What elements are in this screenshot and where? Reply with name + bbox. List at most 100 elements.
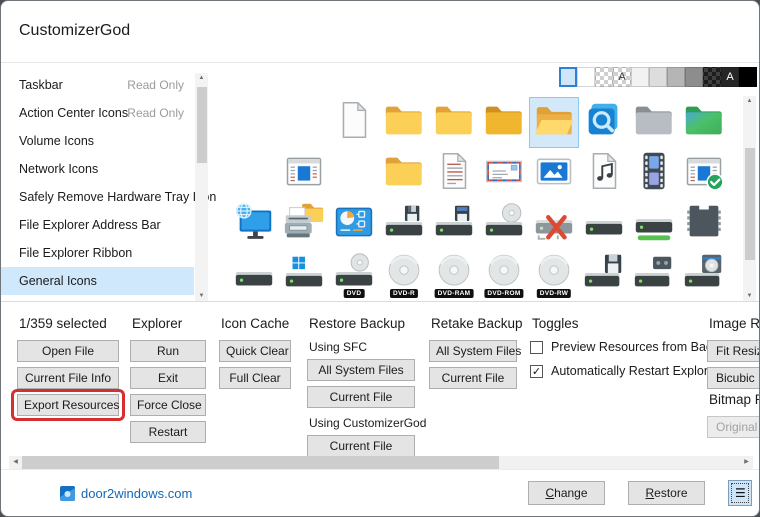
grid-cell[interactable] bbox=[279, 199, 329, 250]
current-file-button[interactable]: Current File bbox=[307, 435, 415, 457]
force-close-button[interactable]: Force Close bbox=[130, 394, 206, 416]
grid-cell[interactable]: DVD-RAM bbox=[429, 250, 479, 301]
drive-cd-back-icon bbox=[681, 250, 727, 301]
restore-button[interactable]: Restore bbox=[628, 481, 705, 505]
group-explorer: ExplorerRunExitForce CloseRestart bbox=[130, 316, 206, 448]
swatch-gray-71[interactable] bbox=[667, 67, 685, 87]
run-button[interactable]: Run bbox=[130, 340, 206, 362]
sidebar-item-label: Action Center Icons bbox=[19, 106, 128, 120]
scroll-left-icon[interactable]: ◀ bbox=[9, 456, 22, 469]
sidebar-item-network-icons[interactable]: Network Icons bbox=[1, 155, 194, 183]
swatch-light-blue[interactable] bbox=[559, 67, 577, 87]
swatch-checker-light-text[interactable]: A bbox=[613, 67, 631, 87]
grid-cell[interactable] bbox=[629, 148, 679, 199]
current-file-info-button[interactable]: Current File Info bbox=[17, 367, 119, 389]
swatch-black[interactable] bbox=[739, 67, 757, 87]
menu-button[interactable]: ☰ bbox=[728, 480, 752, 506]
scroll-right-icon[interactable]: ▶ bbox=[740, 456, 753, 469]
grid-cell[interactable] bbox=[479, 199, 529, 250]
swatch-gray-87[interactable] bbox=[649, 67, 667, 87]
sidebar-item-safely-remove-hardware-tray-icon[interactable]: Safely Remove Hardware Tray Icon bbox=[1, 183, 194, 211]
bicubic-button[interactable]: Bicubic bbox=[707, 367, 760, 389]
grid-cell[interactable] bbox=[579, 199, 629, 250]
grid-cell[interactable] bbox=[279, 250, 329, 301]
sidebar-item-file-explorer-address-bar[interactable]: File Explorer Address Bar bbox=[1, 211, 194, 239]
group-title: Icon Cache bbox=[221, 316, 291, 331]
swatch-checker-light[interactable] bbox=[595, 67, 613, 87]
grid-cell[interactable] bbox=[479, 148, 529, 199]
sidebar-item-volume-icons[interactable]: Volume Icons bbox=[1, 127, 194, 155]
grid-cell[interactable] bbox=[229, 250, 279, 301]
horizontal-scrollbar-thumb[interactable] bbox=[22, 456, 499, 469]
export-resources-button[interactable]: Export Resources bbox=[17, 394, 119, 416]
sidebar-item-taskbar[interactable]: TaskbarRead Only bbox=[1, 71, 194, 99]
original-button[interactable]: Original bbox=[707, 416, 760, 438]
grid-cell[interactable] bbox=[429, 148, 479, 199]
sidebar-item-general-icons[interactable]: General Icons bbox=[1, 267, 194, 295]
grid-cell[interactable]: DVD-ROM bbox=[479, 250, 529, 301]
grid-cell[interactable] bbox=[329, 97, 379, 148]
window-title: CustomizerGod bbox=[19, 22, 130, 40]
swatch-white[interactable] bbox=[577, 67, 595, 87]
checkbox-unchecked-icon[interactable] bbox=[530, 341, 543, 354]
grid-cell[interactable] bbox=[529, 97, 579, 148]
folder-icon bbox=[381, 97, 427, 148]
grid-cell[interactable] bbox=[429, 199, 479, 250]
grid-cell[interactable] bbox=[229, 199, 279, 250]
grid-cell[interactable] bbox=[679, 250, 729, 301]
sidebar-scrollbar-thumb[interactable] bbox=[197, 87, 207, 163]
swatch-gray-95[interactable] bbox=[631, 67, 649, 87]
grid-cell[interactable] bbox=[479, 97, 529, 148]
grid-scrollbar-thumb[interactable] bbox=[745, 148, 755, 260]
fit-resiz-button[interactable]: Fit Resiz bbox=[707, 340, 760, 362]
sidebar-item-file-explorer-ribbon[interactable]: File Explorer Ribbon bbox=[1, 239, 194, 267]
grid-cell[interactable] bbox=[579, 250, 629, 301]
grid-cell[interactable] bbox=[629, 97, 679, 148]
grid-cell[interactable] bbox=[379, 148, 429, 199]
grid-cell[interactable] bbox=[529, 199, 579, 250]
grid-cell[interactable] bbox=[379, 199, 429, 250]
all-system-files-button[interactable]: All System Files bbox=[429, 340, 517, 362]
grid-cell[interactable] bbox=[629, 250, 679, 301]
grid-cell[interactable] bbox=[429, 97, 479, 148]
grid-cell[interactable] bbox=[629, 199, 679, 250]
swatch-gray-55[interactable] bbox=[685, 67, 703, 87]
grid-cell[interactable] bbox=[579, 148, 629, 199]
grid-cell[interactable] bbox=[679, 199, 729, 250]
group-title: Restore Backup bbox=[309, 316, 415, 331]
change-button[interactable]: Change bbox=[528, 481, 605, 505]
door2windows-link[interactable]: door2windows.com bbox=[81, 486, 192, 501]
swatch-dark-text[interactable]: A bbox=[721, 67, 739, 87]
scroll-up-icon[interactable]: ▲ bbox=[743, 96, 756, 107]
open-file-button[interactable]: Open File bbox=[17, 340, 119, 362]
grid-cell[interactable] bbox=[579, 97, 629, 148]
checkbox-checked-icon[interactable]: ✓ bbox=[530, 365, 543, 378]
full-clear-button[interactable]: Full Clear bbox=[219, 367, 291, 389]
grid-cell[interactable] bbox=[279, 148, 329, 199]
grid-cell[interactable] bbox=[379, 97, 429, 148]
sidebar-item-label: Volume Icons bbox=[19, 134, 94, 148]
ram-icon bbox=[681, 199, 727, 250]
sidebar-scrollbar[interactable]: ▲ ▼ bbox=[195, 73, 208, 302]
disc-label: DVD-RAM bbox=[435, 289, 474, 298]
current-file-button[interactable]: Current File bbox=[307, 386, 415, 408]
file-icon bbox=[331, 97, 377, 148]
grid-cell[interactable] bbox=[679, 148, 729, 199]
quick-clear-button[interactable]: Quick Clear bbox=[219, 340, 291, 362]
sidebar-item-action-center-icons[interactable]: Action Center IconsRead Only bbox=[1, 99, 194, 127]
grid-cell[interactable] bbox=[679, 97, 729, 148]
grid-scrollbar[interactable]: ▲ ▼ bbox=[743, 96, 756, 302]
exit-button[interactable]: Exit bbox=[130, 367, 206, 389]
grid-cell[interactable]: DVD-RW bbox=[529, 250, 579, 301]
grid-cell[interactable]: DVD-R bbox=[379, 250, 429, 301]
all-system-files-button[interactable]: All System Files bbox=[307, 359, 415, 381]
panel-horizontal-scrollbar[interactable]: ◀ ▶ bbox=[9, 456, 753, 469]
door2windows-logo-icon bbox=[59, 485, 76, 502]
grid-cell[interactable] bbox=[529, 148, 579, 199]
restart-button[interactable]: Restart bbox=[130, 421, 206, 443]
grid-cell[interactable]: DVD bbox=[329, 250, 379, 301]
current-file-button[interactable]: Current File bbox=[429, 367, 517, 389]
grid-cell[interactable] bbox=[329, 199, 379, 250]
swatch-checker-dark[interactable] bbox=[703, 67, 721, 87]
scroll-up-icon[interactable]: ▲ bbox=[195, 73, 208, 84]
